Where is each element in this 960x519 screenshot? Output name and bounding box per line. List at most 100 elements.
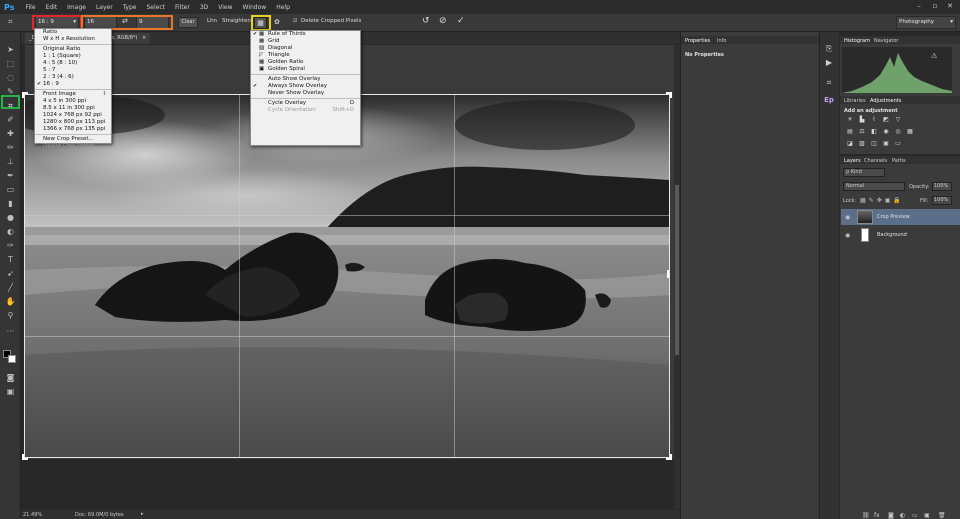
move-tool-icon[interactable]: ➤ [4, 44, 17, 55]
tab-paths[interactable]: Paths [892, 158, 906, 164]
menu-select[interactable]: Select [141, 4, 170, 11]
group-icon[interactable]: ▭ [912, 512, 918, 519]
crop-handle-right[interactable] [667, 270, 669, 278]
overlay-menu-item[interactable]: ◸ Triangle [251, 52, 360, 59]
ratio-menu-item[interactable]: 2 : 3 (4 : 6) [35, 74, 111, 81]
exposure-icon[interactable]: ◩ [882, 116, 890, 123]
overlay-menu-item[interactable]: ▦ Golden Ratio [251, 59, 360, 66]
dodge-tool-icon[interactable]: ◐ [4, 226, 17, 237]
adjustment-layer-icon[interactable]: ◐ [900, 512, 905, 519]
clone-stamp-icon[interactable]: ⊥ [4, 156, 17, 167]
menu-help[interactable]: Help [271, 4, 295, 11]
layer-row-crop-preview[interactable]: ◉ Crop Preview [841, 209, 960, 225]
trash-icon[interactable]: 🗑 [938, 512, 946, 519]
reset-icon[interactable]: ↺ [422, 16, 430, 26]
crop-handle-top-right[interactable] [666, 92, 672, 98]
history-icon[interactable]: ⎘ [822, 44, 836, 57]
tab-libraries[interactable]: Libraries [844, 98, 866, 104]
pen-tool-icon[interactable]: ✑ [4, 240, 17, 251]
menu-filter[interactable]: Filter [170, 4, 195, 11]
straighten-button[interactable]: Straighten [222, 18, 251, 24]
crop-tool-preset-icon[interactable]: ⌗ [8, 17, 13, 27]
tab-channels[interactable]: Channels [864, 158, 887, 164]
overlay-menu-item[interactable]: ✔ Always Show Overlay [251, 83, 360, 90]
menu-window[interactable]: Window [238, 4, 272, 11]
tab-properties[interactable]: Properties [685, 38, 710, 44]
document-tab-2[interactable]: w, RGB/8*) × [106, 33, 151, 44]
brightness-icon[interactable]: ☀ [846, 116, 854, 123]
path-select-icon[interactable]: ➹ [4, 268, 17, 279]
gradient-map-icon[interactable]: ▭ [894, 140, 902, 147]
ratio-menu-item[interactable]: 1366 x 768 px 135 ppi [35, 126, 111, 133]
overlay-menu-item[interactable]: Cycle Orientation Shift+O [251, 107, 360, 114]
link-layers-icon[interactable]: ⛓ [862, 512, 870, 519]
actions-icon[interactable]: ▶ [822, 58, 836, 71]
hand-tool-icon[interactable]: ✋ [4, 296, 17, 307]
color-balance-icon[interactable]: ⚖ [858, 128, 866, 135]
menu-layer[interactable]: Layer [91, 4, 118, 11]
menu-type[interactable]: Type [118, 4, 142, 11]
selective-color-icon[interactable]: ▣ [882, 140, 890, 147]
marquee-tool-icon[interactable]: ⬚ [4, 58, 17, 69]
delete-cropped-checkbox[interactable]: ☑ [293, 18, 297, 24]
new-layer-icon[interactable]: ▣ [924, 512, 930, 519]
warning-icon[interactable]: ⚠ [931, 52, 937, 60]
eyedropper-tool-icon[interactable]: ✐ [4, 114, 17, 125]
background-color-swatch[interactable] [8, 355, 16, 363]
quick-mask-icon[interactable]: ◙ [4, 372, 17, 383]
menu-file[interactable]: File [20, 4, 40, 11]
add-mask-icon[interactable]: ◙ [888, 512, 894, 519]
overlay-menu-item[interactable]: Never Show Overlay [251, 90, 360, 97]
ratio-menu-item[interactable]: Delete Crop Preset... [35, 143, 111, 150]
brush-tool-icon[interactable]: ✏ [4, 142, 17, 153]
straighten-icon[interactable]: Lhn [207, 18, 217, 24]
overlay-menu-item[interactable]: ▦ Grid [251, 38, 360, 45]
workspace-select[interactable]: Photography ▾ [896, 16, 956, 29]
threshold-icon[interactable]: ◫ [870, 140, 878, 147]
more-tools-icon[interactable]: ··· [4, 326, 17, 337]
cancel-icon[interactable]: ⊘ [439, 16, 447, 26]
layer-filter-kind[interactable]: ρ Kind [843, 168, 885, 177]
line-tool-icon[interactable]: ╱ [4, 282, 17, 293]
ratio-menu-item[interactable]: 1280 x 800 px 113 ppi [35, 119, 111, 126]
tab-layers[interactable]: Layers [844, 158, 861, 164]
tool-presets-icon[interactable]: ⌗ [822, 78, 836, 91]
healing-brush-icon[interactable]: ✚ [4, 128, 17, 139]
status-arrow-icon[interactable]: ▸ [141, 511, 144, 517]
blur-tool-icon[interactable]: ● [4, 212, 17, 223]
ratio-menu-item[interactable]: 4 x 5 in 300 ppi [35, 98, 111, 105]
blend-mode-select[interactable]: Normal [843, 182, 905, 191]
type-tool-icon[interactable]: T [4, 254, 17, 265]
overlay-menu-item[interactable]: Cycle Overlay O [251, 100, 360, 107]
ratio-menu-item[interactable]: ✔ 16 : 9 [35, 81, 111, 88]
ratio-menu-item[interactable]: Original Ratio [35, 46, 111, 53]
channel-mixer-icon[interactable]: ◎ [894, 128, 902, 135]
ratio-menu-item[interactable]: 5 : 7 [35, 67, 111, 74]
ratio-menu-item[interactable]: W x H x Resolution [35, 36, 111, 43]
ratio-menu-item[interactable]: 1024 x 768 px 92 ppi [35, 112, 111, 119]
ep-extension-icon[interactable]: Ep [822, 96, 836, 109]
hue-saturation-icon[interactable]: ▤ [846, 128, 854, 135]
clear-button[interactable]: Clear [178, 17, 198, 28]
commit-check-icon[interactable]: ✓ [457, 16, 465, 26]
ratio-menu-item[interactable]: New Crop Preset... [35, 136, 111, 143]
visibility-eye-icon[interactable]: ◉ [845, 232, 850, 239]
zoom-tool-icon[interactable]: ⚲ [4, 310, 17, 321]
crop-handle-bottom-right[interactable] [666, 454, 672, 460]
vibrance-icon[interactable]: ▽ [894, 116, 902, 123]
color-lookup-icon[interactable]: ▦ [906, 128, 914, 135]
ratio-menu-item[interactable]: 8.5 x 11 in 300 ppi [35, 105, 111, 112]
fx-icon[interactable]: fx [874, 512, 880, 519]
crop-bounding-box[interactable] [24, 94, 670, 458]
overlay-menu-item[interactable]: ✔ ▦ Rule of Thirds [251, 31, 360, 38]
menu-3d[interactable]: 3D [195, 4, 213, 11]
menu-edit[interactable]: Edit [41, 4, 63, 11]
history-brush-icon[interactable]: ✒ [4, 170, 17, 181]
eraser-tool-icon[interactable]: ▭ [4, 184, 17, 195]
levels-icon[interactable]: ▙ [858, 116, 866, 123]
crop-handle-top-left[interactable] [22, 92, 28, 98]
layer-row-background[interactable]: ◉ Background [841, 227, 960, 243]
gear-icon[interactable]: ✿ [274, 18, 280, 26]
overlay-menu-item[interactable]: Auto Show Overlay [251, 76, 360, 83]
tab-adjustments[interactable]: Adjustments [870, 98, 901, 104]
